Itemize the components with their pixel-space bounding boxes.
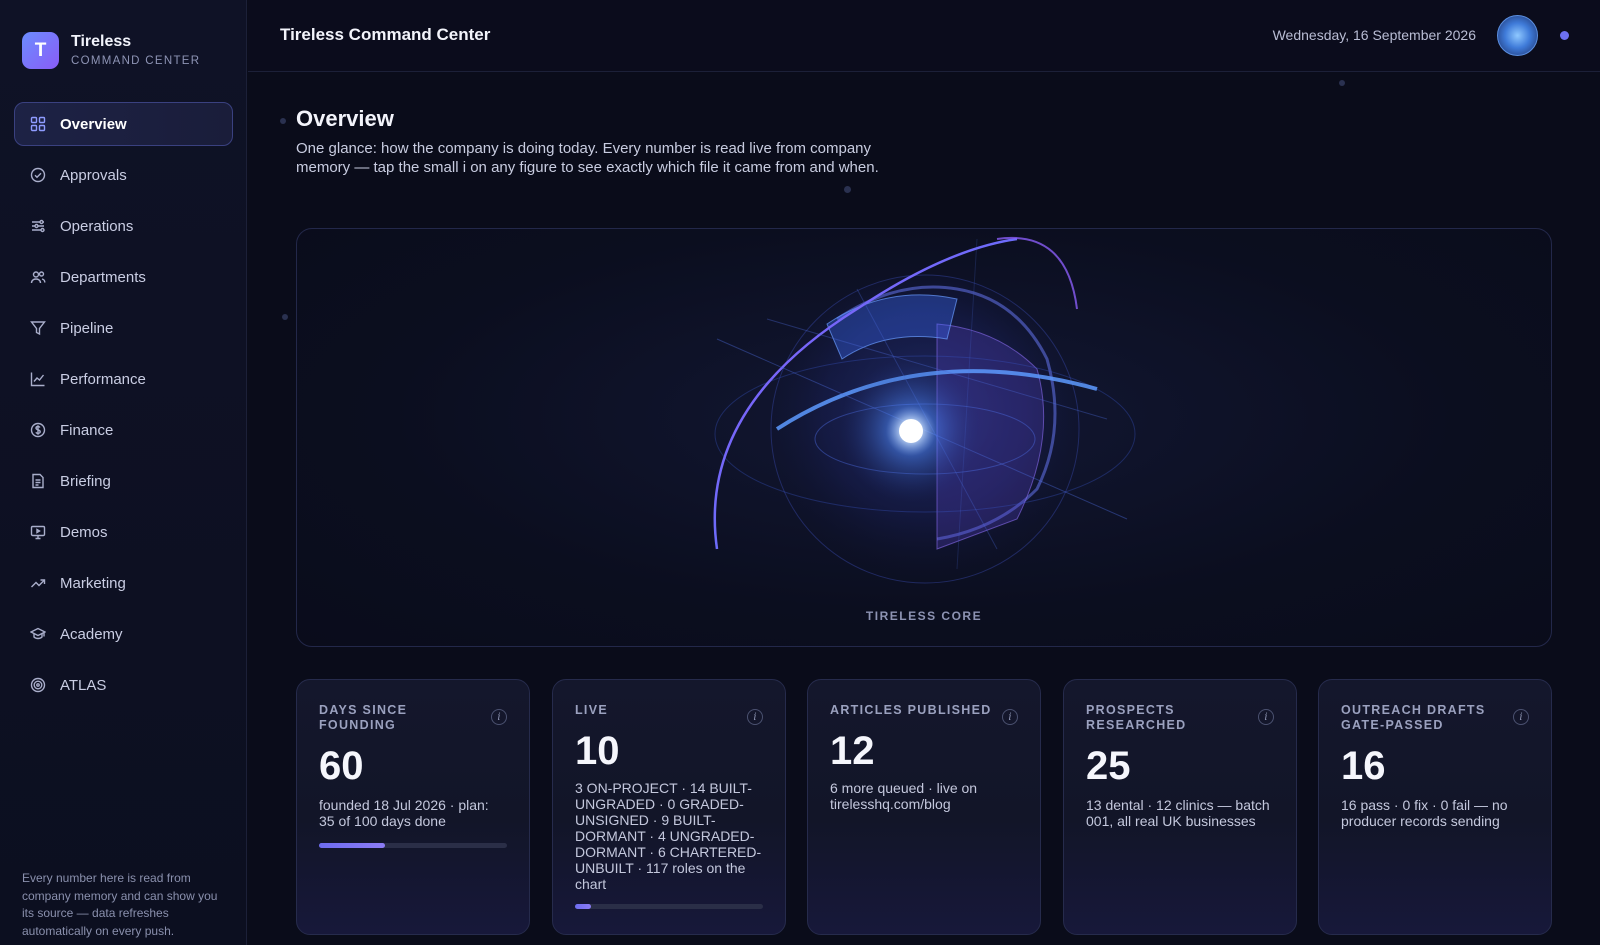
- background-speck: [282, 314, 288, 320]
- filter-icon: [30, 320, 46, 336]
- sidebar-item-overview[interactable]: Overview: [14, 102, 233, 146]
- stat-card-articles-published: ARTICLES PUBLISHED i 12 6 more queued · …: [807, 679, 1041, 935]
- stat-cards: DAYS SINCE FOUNDING i 60 founded 18 Jul …: [296, 679, 1552, 935]
- sidebar-item-label: Marketing: [60, 574, 126, 592]
- sidebar-item-label: Approvals: [60, 166, 127, 184]
- document-icon: [30, 473, 46, 489]
- card-detail: 6 more queued · live on tirelesshq.com/b…: [830, 780, 978, 812]
- info-icon[interactable]: i: [491, 709, 507, 725]
- info-icon[interactable]: i: [747, 709, 763, 725]
- sidebar-item-briefing[interactable]: Briefing: [14, 459, 233, 503]
- sliders-icon: [30, 218, 46, 234]
- card-label: DAYS SINCE FOUNDING: [319, 703, 408, 732]
- progress-bar-fill: [575, 904, 591, 909]
- sidebar-item-approvals[interactable]: Approvals: [14, 153, 233, 197]
- hero-label: TIRELESS CORE: [865, 609, 983, 623]
- sidebar-footer-note: Every number here is read from company m…: [22, 871, 218, 938]
- grid-icon: [30, 116, 46, 132]
- line-chart-icon: [30, 371, 46, 387]
- sidebar-item-label: Academy: [60, 625, 123, 643]
- stat-card-days-since-founding: DAYS SINCE FOUNDING i 60 founded 18 Jul …: [296, 679, 530, 935]
- app-title: Tireless Command Center: [280, 25, 491, 44]
- check-circle-icon: [30, 167, 46, 183]
- card-detail: 13 dental · 12 clinics — batch 001, all …: [1086, 797, 1270, 829]
- card-value: 25: [1086, 744, 1131, 788]
- progress-bar: [575, 904, 763, 909]
- graduation-cap-icon: [30, 626, 46, 642]
- sidebar-item-demos[interactable]: Demos: [14, 510, 233, 554]
- core-orb-illustration: [713, 236, 1136, 584]
- tireless-core-visual: TIRELESS CORE: [296, 228, 1552, 647]
- card-detail: 16 pass · 0 fix · 0 fail — no producer r…: [1341, 797, 1508, 829]
- trending-up-icon: [30, 575, 46, 591]
- card-detail: founded 18 Jul 2026 · plan: 35 of 100 da…: [319, 797, 489, 829]
- sidebar-item-atlas[interactable]: ATLAS: [14, 663, 233, 707]
- background-speck: [1339, 80, 1345, 86]
- sidebar-item-label: Finance: [60, 421, 114, 439]
- page-title: Overview: [296, 106, 394, 131]
- page-description: One glance: how the company is doing tod…: [296, 140, 879, 176]
- card-label: ARTICLES PUBLISHED: [830, 703, 992, 717]
- users-icon: [30, 269, 46, 285]
- brand-logo: T: [22, 32, 59, 69]
- card-detail: 3 ON-PROJECT · 14 BUILT-UNGRADED · 0 GRA…: [575, 780, 762, 892]
- avatar[interactable]: [1497, 15, 1538, 56]
- sidebar-item-marketing[interactable]: Marketing: [14, 561, 233, 605]
- sidebar-item-pipeline[interactable]: Pipeline: [14, 306, 233, 350]
- card-value: 60: [319, 744, 364, 788]
- top-bar: Tireless Command Center Wednesday, 16 Se…: [248, 0, 1600, 72]
- stat-card-outreach-drafts: OUTREACH DRAFTS GATE-PASSED i 16 16 pass…: [1318, 679, 1552, 935]
- info-icon[interactable]: i: [1513, 709, 1529, 725]
- background-speck: [280, 118, 286, 124]
- sidebar: T Tireless COMMAND CENTER Overview Appro…: [0, 0, 247, 945]
- sidebar-item-label: Departments: [60, 268, 146, 286]
- brand[interactable]: T Tireless COMMAND CENTER: [22, 32, 200, 69]
- sidebar-nav: Overview Approvals Operations Department…: [14, 102, 233, 714]
- sidebar-item-operations[interactable]: Operations: [14, 204, 233, 248]
- info-icon[interactable]: i: [1002, 709, 1018, 725]
- brand-name: Tireless: [71, 33, 132, 50]
- background-speck: [844, 186, 851, 193]
- stat-card-prospects-researched: PROSPECTS RESEARCHED i 25 13 dental · 12…: [1063, 679, 1297, 935]
- current-date: Wednesday, 16 September 2026: [1272, 27, 1476, 43]
- sidebar-item-performance[interactable]: Performance: [14, 357, 233, 401]
- sidebar-item-label: Performance: [60, 370, 146, 388]
- sidebar-item-label: Demos: [60, 523, 108, 541]
- status-indicator-dot: [1560, 31, 1569, 40]
- sidebar-item-label: ATLAS: [60, 676, 107, 694]
- info-icon[interactable]: i: [1258, 709, 1274, 725]
- sidebar-item-label: Pipeline: [60, 319, 114, 337]
- sidebar-item-academy[interactable]: Academy: [14, 612, 233, 656]
- sidebar-item-label: Overview: [60, 115, 127, 133]
- progress-bar-fill: [319, 843, 385, 848]
- card-label: OUTREACH DRAFTS GATE-PASSED: [1341, 703, 1486, 732]
- card-value: 12: [830, 729, 875, 773]
- sidebar-item-label: Operations: [60, 217, 134, 235]
- sidebar-item-label: Briefing: [60, 472, 111, 490]
- progress-bar: [319, 843, 507, 848]
- card-label: LIVE: [575, 703, 608, 717]
- card-value: 10: [575, 729, 620, 773]
- stat-card-live: LIVE i 10 3 ON-PROJECT · 14 BUILT-UNGRAD…: [552, 679, 786, 935]
- dollar-circle-icon: [30, 422, 46, 438]
- sidebar-item-departments[interactable]: Departments: [14, 255, 233, 299]
- sidebar-item-finance[interactable]: Finance: [14, 408, 233, 452]
- card-label: PROSPECTS RESEARCHED: [1086, 703, 1187, 732]
- brand-subtitle: COMMAND CENTER: [71, 55, 201, 67]
- monitor-icon: [30, 524, 46, 540]
- card-value: 16: [1341, 744, 1386, 788]
- target-icon: [30, 677, 46, 693]
